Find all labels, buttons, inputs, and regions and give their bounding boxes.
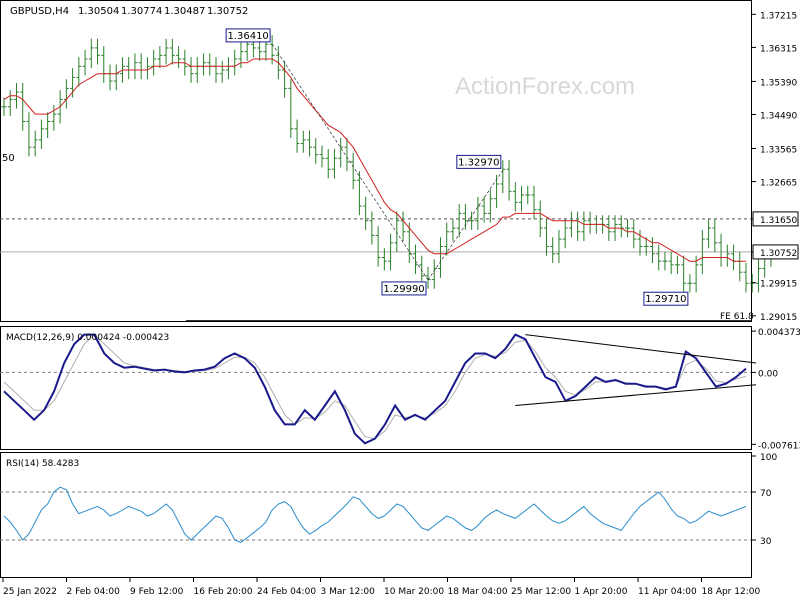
price-tick-label: 1.35390	[760, 78, 797, 88]
x-tick-label: 9 Feb 12:00	[130, 587, 184, 597]
x-tick-label: 16 Feb 20:00	[194, 587, 253, 597]
macd-tick-label: 0.00	[758, 369, 778, 379]
x-tick-label: 24 Feb 04:00	[257, 587, 316, 597]
price-tick-label: 1.30752	[760, 249, 797, 259]
fe-label: FE 61.8	[720, 312, 754, 322]
price-panel	[0, 0, 752, 322]
chart-canvas: GBPUSD,H4 1.30504 1.30774 1.30487 1.3075…	[0, 0, 800, 597]
price-tick-label: 1.32665	[760, 179, 797, 189]
price-annotation: 1.29990	[381, 281, 427, 296]
x-tick-label: 1 Apr 20:00	[575, 587, 628, 597]
x-tick-label: 25 Mar 12:00	[511, 587, 571, 597]
x-tick-label: 18 Mar 04:00	[448, 587, 508, 597]
ohlc-high: 1.30774	[121, 6, 162, 17]
chart-window: GBPUSD,H4 1.30504 1.30774 1.30487 1.3075…	[0, 0, 800, 600]
ohlc-open: 1.30504	[78, 6, 119, 17]
price-tick-label: 1.37215	[760, 11, 797, 21]
price-annotation: 1.36410	[225, 28, 271, 43]
x-tick-label: 18 Apr 12:00	[702, 587, 761, 597]
price-tick-label: 1.29915	[760, 280, 797, 290]
x-tick-label: 2 Feb 04:00	[67, 587, 121, 597]
x-tick-label: 25 Jan 2022	[3, 587, 57, 597]
price-annotation-text: 1.36410	[227, 31, 268, 42]
price-tick-label: 1.36315	[760, 44, 797, 54]
price-tick-label: 1.34490	[760, 111, 797, 121]
macd-tick-label: 0.004373	[758, 328, 800, 338]
macd-tick-label: -0.007613	[758, 441, 800, 451]
ohlc-low: 1.30487	[164, 6, 205, 17]
ohlc-close: 1.30752	[207, 6, 248, 17]
price-tick-label: 1.29015	[760, 313, 797, 323]
macd-title: MACD(12,26,9) 0.000424 -0.000423	[6, 333, 169, 343]
watermark: ActionForex.com	[455, 73, 635, 100]
rsi-tick-label: 30	[760, 537, 772, 547]
price-tick-label: 1.31650	[760, 216, 797, 226]
macd-panel	[0, 326, 752, 450]
x-tick-label: 3 Mar 12:00	[321, 587, 376, 597]
x-tick-label: 10 Mar 20:00	[384, 587, 444, 597]
price-annotation-text: 1.29710	[645, 294, 686, 305]
price-annotation: 1.29710	[643, 291, 689, 306]
price-annotation-text: 1.32970	[458, 157, 499, 168]
rsi-title: RSI(14) 58.4283	[6, 459, 79, 469]
symbol-header: GBPUSD,H4	[10, 6, 69, 17]
left-edge-label: 50	[2, 153, 15, 164]
price-annotation: 1.32970	[456, 154, 502, 169]
price-annotation-text: 1.29990	[383, 284, 424, 295]
x-tick-label: 11 Apr 04:00	[638, 587, 697, 597]
rsi-tick-label: 70	[760, 489, 772, 499]
rsi-tick-label: 100	[760, 453, 777, 463]
price-tick-label: 1.33565	[760, 146, 797, 156]
